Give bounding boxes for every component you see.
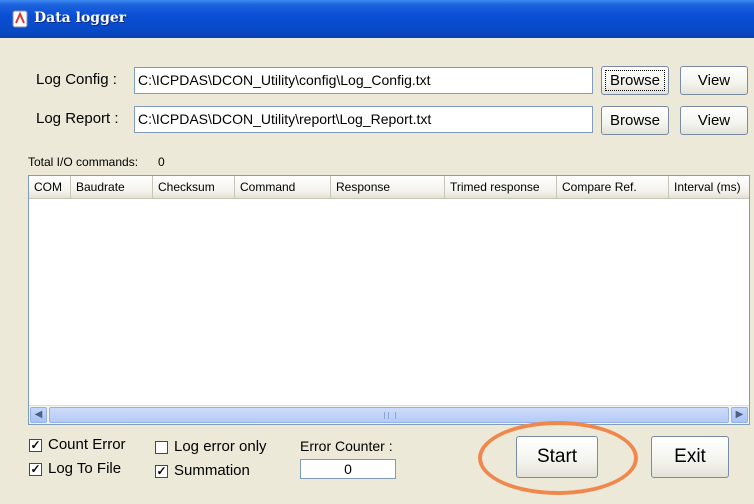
log-to-file-label: Log To File xyxy=(48,460,122,477)
summation-label: Summation xyxy=(174,462,250,479)
column-header-compare-ref[interactable]: Compare Ref. xyxy=(557,176,669,198)
log-error-only-label: Log error only xyxy=(174,438,267,455)
count-error-checkbox[interactable]: ✓ xyxy=(29,439,42,452)
horizontal-scrollbar[interactable]: ◀ ▶ xyxy=(29,405,749,424)
log-config-browse-button[interactable]: Browse xyxy=(601,66,669,95)
log-error-only-checkbox[interactable] xyxy=(155,441,168,454)
checkmark-icon: ✓ xyxy=(156,464,167,478)
column-header-trimed-response[interactable]: Trimed response xyxy=(445,176,557,198)
total-commands-value: 0 xyxy=(158,155,165,169)
window-title: Data logger xyxy=(34,10,127,26)
commands-list-header: COM Baudrate Checksum Command Response T… xyxy=(29,176,749,199)
data-logger-window: Data logger Log Config : C:\ICPDAS\DCON_… xyxy=(0,0,754,504)
column-header-baudrate[interactable]: Baudrate xyxy=(71,176,153,198)
total-commands-label: Total I/O commands: xyxy=(28,155,139,169)
commands-list[interactable]: COM Baudrate Checksum Command Response T… xyxy=(28,175,750,425)
log-report-path-field[interactable]: C:\ICPDAS\DCON_Utility\report\Log_Report… xyxy=(134,106,593,133)
start-button[interactable]: Start xyxy=(516,436,598,478)
checkmark-icon: ✓ xyxy=(30,462,41,476)
column-header-checksum[interactable]: Checksum xyxy=(153,176,235,198)
arrow-right-icon[interactable]: ▶ xyxy=(731,407,748,423)
log-config-view-button[interactable]: View xyxy=(680,66,748,95)
error-counter-label: Error Counter : xyxy=(300,438,393,454)
title-bar[interactable]: Data logger xyxy=(0,0,754,38)
log-config-path-field[interactable]: C:\ICPDAS\DCON_Utility\config\Log_Config… xyxy=(134,67,593,94)
column-header-interval[interactable]: Interval (ms) xyxy=(669,176,749,198)
app-icon xyxy=(12,10,28,28)
log-to-file-checkbox[interactable]: ✓ xyxy=(29,463,42,476)
exit-button[interactable]: Exit xyxy=(651,436,729,478)
checkmark-icon: ✓ xyxy=(30,438,41,452)
column-header-com[interactable]: COM xyxy=(29,176,71,198)
error-counter-field: 0 xyxy=(300,459,396,479)
count-error-label: Count Error xyxy=(48,436,126,453)
scrollbar-thumb[interactable] xyxy=(49,407,729,423)
log-report-label: Log Report : xyxy=(36,110,119,127)
column-header-response[interactable]: Response xyxy=(331,176,445,198)
column-header-command[interactable]: Command xyxy=(235,176,331,198)
arrow-left-icon[interactable]: ◀ xyxy=(30,407,47,423)
log-config-label: Log Config : xyxy=(36,71,117,88)
log-report-browse-button[interactable]: Browse xyxy=(601,106,669,135)
summation-checkbox[interactable]: ✓ xyxy=(155,465,168,478)
log-report-view-button[interactable]: View xyxy=(680,106,748,135)
